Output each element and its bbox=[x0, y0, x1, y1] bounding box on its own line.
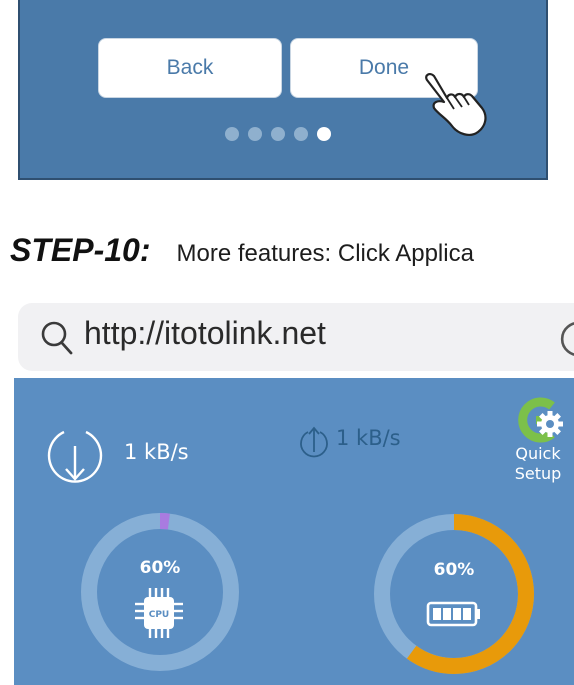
setup-wizard-panel: Back Done bbox=[18, 0, 548, 180]
memory-icon bbox=[426, 601, 480, 627]
upload-speed: 1 kB/s bbox=[336, 426, 401, 450]
cpu-chip-icon: CPU bbox=[135, 588, 183, 638]
page-indicator bbox=[225, 127, 331, 141]
search-icon bbox=[41, 321, 73, 355]
page-dot[interactable] bbox=[271, 127, 285, 141]
step-instruction: STEP-10: More features: Click Applica bbox=[10, 232, 474, 269]
step-text: More features: Click Applica bbox=[176, 240, 474, 267]
cpu-chip-label: CPU bbox=[149, 610, 170, 620]
memory-gauge-ring bbox=[374, 514, 534, 674]
download-icon bbox=[47, 430, 103, 483]
memory-usage-gauge: 60% bbox=[372, 512, 536, 676]
browser-url-bar[interactable]: http://itotolink.net bbox=[18, 303, 574, 371]
pointing-hand-icon bbox=[425, 73, 487, 136]
quick-setup-line1: Quick bbox=[515, 444, 561, 463]
memory-percent: 60% bbox=[433, 560, 475, 580]
download-speed: 1 kB/s bbox=[124, 440, 189, 464]
cpu-usage-gauge: 60% CPU bbox=[80, 512, 240, 672]
reload-icon[interactable] bbox=[558, 319, 574, 359]
page-dot[interactable] bbox=[248, 127, 262, 141]
upload-icon bbox=[300, 426, 328, 458]
quick-setup-line2: Setup bbox=[514, 464, 562, 483]
page-dot[interactable] bbox=[294, 127, 308, 141]
step-title: STEP-10: bbox=[10, 232, 151, 268]
page-dot[interactable] bbox=[225, 127, 239, 141]
back-button[interactable]: Back bbox=[98, 38, 282, 98]
quick-setup-label[interactable]: Quick Setup bbox=[508, 444, 568, 484]
url-text[interactable]: http://itotolink.net bbox=[84, 315, 326, 352]
cpu-percent: 60% bbox=[139, 558, 181, 578]
router-dashboard: 1 kB/s 1 kB/s Quick Setup 60% CPU 60% bbox=[14, 378, 574, 685]
quick-setup-icon[interactable] bbox=[512, 394, 566, 446]
page-dot-active[interactable] bbox=[317, 127, 331, 141]
